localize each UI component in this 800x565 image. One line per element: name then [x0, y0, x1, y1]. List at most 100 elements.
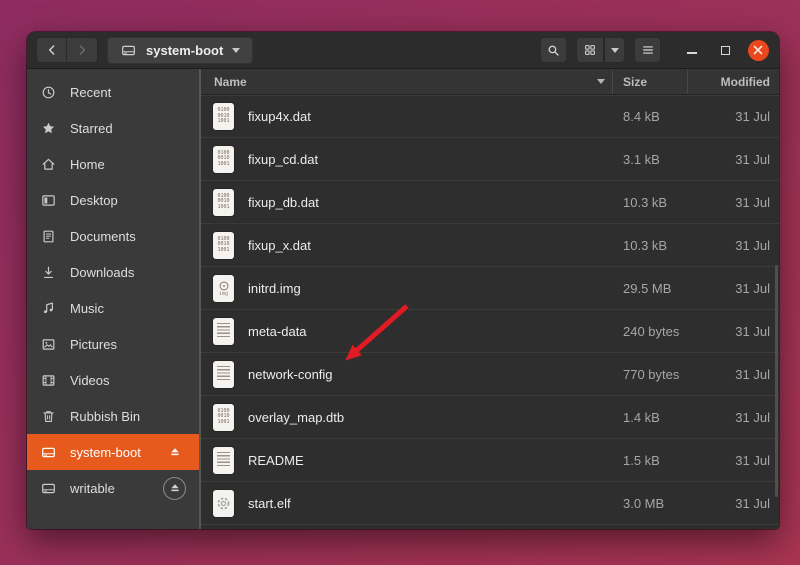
- file-modified-label: 31 Jul: [735, 194, 770, 210]
- sidebar-item-desktop[interactable]: Desktop: [27, 182, 199, 218]
- sidebar-item-label: Recent: [70, 84, 112, 100]
- sidebar-item-pictures[interactable]: Pictures: [27, 326, 199, 362]
- window-controls: [671, 38, 770, 62]
- places-sidebar: Recent Starred Home Desktop Documents Do…: [27, 69, 201, 529]
- trash-icon: [40, 408, 57, 425]
- sidebar-item-label: Desktop: [70, 192, 118, 208]
- file-modified-label: 31 Jul: [735, 109, 770, 124]
- minimize-icon: [687, 52, 697, 54]
- file-row-meta-data[interactable]: meta-data 240 bytes 31 Jul: [201, 310, 779, 353]
- file-row-start-elf[interactable]: start.elf 3.0 MB 31 Jul: [201, 482, 779, 525]
- file-row-fixup4x-dat[interactable]: 0100 0010 1001 fixup4x.dat 8.4 kB 31 Jul: [201, 95, 779, 138]
- file-name-label: README: [248, 452, 304, 468]
- text-file-icon: [213, 317, 234, 345]
- maximize-button[interactable]: [713, 38, 737, 62]
- file-row-overlay-map-dtb[interactable]: 0100 0010 1001 overlay_map.dtb 1.4 kB 31…: [201, 396, 779, 439]
- file-modified-label: 31 Jul: [735, 151, 770, 167]
- chevron-left-icon: [48, 45, 54, 55]
- column-header-size[interactable]: Size: [613, 69, 688, 94]
- sidebar-item-recent[interactable]: Recent: [27, 74, 199, 110]
- search-button[interactable]: [540, 37, 567, 63]
- close-icon: [747, 39, 769, 61]
- sidebar-item-label: Videos: [70, 372, 110, 388]
- file-name-label: start.elf: [248, 495, 291, 511]
- eject-icon: [168, 481, 182, 495]
- documents-icon: [40, 228, 57, 245]
- sidebar-item-starred[interactable]: Starred: [27, 110, 199, 146]
- sidebar-item-rubbish-bin[interactable]: Rubbish Bin: [27, 398, 199, 434]
- drive-icon: [120, 42, 137, 59]
- chevron-down-icon: [232, 47, 241, 53]
- scrollbar-thumb[interactable]: [775, 265, 778, 497]
- file-name-cell: start.elf: [201, 489, 613, 517]
- sidebar-item-music[interactable]: Music: [27, 290, 199, 326]
- sort-descending-icon: [597, 79, 605, 84]
- file-name-cell: README: [201, 446, 613, 474]
- clock-icon: [40, 84, 57, 101]
- eject-button[interactable]: [163, 476, 186, 500]
- file-name-label: fixup_db.dat: [248, 194, 319, 210]
- file-list: 0100 0010 1001 fixup4x.dat 8.4 kB 31 Jul…: [201, 95, 779, 529]
- chevron-right-icon: [79, 45, 86, 55]
- file-modified-label: 31 Jul: [735, 323, 770, 339]
- downloads-icon: [40, 264, 57, 281]
- sidebar-item-system-boot[interactable]: system-boot: [27, 434, 199, 470]
- sidebar-item-label: Pictures: [70, 336, 117, 352]
- view-options-dropdown-button[interactable]: [604, 37, 625, 63]
- file-row-initrd-img[interactable]: img initrd.img 29.5 MB 31 Jul: [201, 267, 779, 310]
- forward-button[interactable]: [67, 37, 98, 63]
- binary-file-icon: 0100 0010 1001: [213, 103, 234, 130]
- text-file-icon: [213, 360, 234, 388]
- file-name-label: fixup_cd.dat: [248, 151, 319, 167]
- sidebar-list: Recent Starred Home Desktop Documents Do…: [27, 74, 199, 506]
- back-button[interactable]: [36, 37, 67, 63]
- file-row-readme[interactable]: README 1.5 kB 31 Jul: [201, 439, 779, 482]
- file-size-label: 29.5 MB: [623, 280, 672, 296]
- file-name-cell: meta-data: [201, 317, 613, 345]
- sidebar-item-documents[interactable]: Documents: [27, 218, 199, 254]
- sidebar-item-downloads[interactable]: Downloads: [27, 254, 199, 290]
- file-size-label: 240 bytes: [623, 323, 680, 339]
- sidebar-item-label: Music: [70, 300, 104, 316]
- disk-image-icon: img: [213, 274, 234, 302]
- close-button[interactable]: [746, 38, 770, 62]
- column-header-modified[interactable]: Modified: [688, 69, 779, 94]
- sidebar-item-home[interactable]: Home: [27, 146, 199, 182]
- location-label: system-boot: [146, 42, 224, 58]
- sidebar-item-label: Rubbish Bin: [70, 408, 141, 424]
- location-path-button[interactable]: system-boot: [107, 36, 254, 64]
- menu-button[interactable]: [634, 37, 661, 63]
- eject-button[interactable]: [163, 441, 186, 464]
- column-header-name-label: Name: [214, 74, 247, 89]
- file-modified-label: 31 Jul: [735, 280, 770, 296]
- file-row-network-config[interactable]: network-config 770 bytes 31 Jul: [201, 353, 779, 396]
- maximize-icon: [720, 45, 730, 55]
- column-header-modified-label: Modified: [720, 74, 770, 89]
- search-icon: [548, 45, 559, 56]
- eject-icon: [168, 445, 182, 459]
- file-row-fixup-cd-dat[interactable]: 0100 0010 1001 fixup_cd.dat 3.1 kB 31 Ju…: [201, 138, 779, 181]
- file-modified-label: 31 Jul: [735, 237, 770, 253]
- column-header-name[interactable]: Name: [201, 69, 613, 94]
- file-size-label: 1.4 kB: [623, 409, 660, 425]
- file-name-cell: 0100 0010 1001 fixup_db.dat: [201, 188, 613, 216]
- binary-file-icon: 0100 0010 1001: [213, 188, 234, 216]
- file-modified-label: 31 Jul: [735, 409, 770, 425]
- sidebar-item-videos[interactable]: Videos: [27, 362, 199, 398]
- file-modified-label: 31 Jul: [735, 452, 770, 468]
- file-row-fixup-db-dat[interactable]: 0100 0010 1001 fixup_db.dat 10.3 kB 31 J…: [201, 181, 779, 224]
- file-name-cell: 0100 0010 1001 fixup4x.dat: [201, 103, 613, 130]
- videos-icon: [40, 372, 57, 389]
- music-icon: [40, 300, 57, 317]
- minimize-button[interactable]: [680, 38, 704, 62]
- sidebar-item-label: Home: [70, 156, 105, 172]
- file-name-cell: 0100 0010 1001 fixup_cd.dat: [201, 145, 613, 173]
- file-list-pane: Name Size Modified 0100 0010 1001 fixup4…: [201, 69, 779, 529]
- star-icon: [40, 120, 57, 137]
- file-size-label: 1.5 kB: [623, 452, 660, 468]
- sidebar-item-writable[interactable]: writable: [27, 470, 199, 506]
- file-manager-window: system-boot Recent Starred Home Desktop …: [27, 32, 779, 529]
- file-row-fixup-x-dat[interactable]: 0100 0010 1001 fixup_x.dat 10.3 kB 31 Ju…: [201, 224, 779, 267]
- grid-view-button[interactable]: [576, 37, 604, 63]
- home-icon: [40, 156, 57, 173]
